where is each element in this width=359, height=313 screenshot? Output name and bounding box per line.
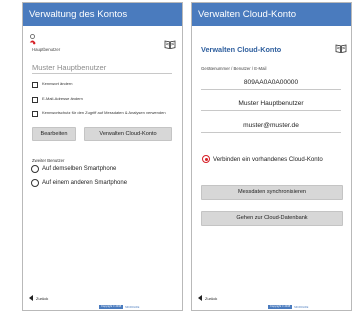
back-label: Zurück <box>36 295 49 301</box>
back-arrow-icon <box>29 295 33 301</box>
checkbox[interactable] <box>32 111 38 117</box>
back-arrow-icon <box>198 295 202 301</box>
second-user-title: Zweiter Benutzer <box>32 158 65 163</box>
titlebar: Verwaltung des Kontos <box>23 3 182 26</box>
footer: Copyright © 2015 MICROLIFE <box>99 305 139 309</box>
checkbox-label: Kennwort ändern <box>42 81 73 86</box>
radio-same-smartphone[interactable]: Auf demselben Smartphone <box>31 165 116 173</box>
page-title: Verwalten Cloud-Konto <box>201 45 282 54</box>
fields-label: Gerätenummer / Benutzer / E-Mail <box>201 66 267 71</box>
footer-copyright: Copyright © 2015 <box>99 305 124 309</box>
checkbox-label: Kennwortschutz für den Zugriff auf Messd… <box>42 110 166 115</box>
user-name-field[interactable]: Muster Hauptbenutzer <box>201 98 341 111</box>
checkbox[interactable] <box>32 82 38 88</box>
titlebar: Verwalten Cloud-Konto <box>192 3 351 26</box>
checkbox-password-protection[interactable]: Kennwortschutz für den Zugriff auf Messd… <box>32 110 172 117</box>
manage-cloud-account-button[interactable]: Verwalten Cloud-Konto <box>84 127 172 141</box>
go-to-cloud-database-button[interactable]: Gehen zur Cloud-Datenbank <box>201 211 343 226</box>
back-link[interactable]: Zurück <box>198 295 217 301</box>
book-icon[interactable] <box>164 40 176 49</box>
radio-connect-cloud-account[interactable]: Verbinden ein vorhandenes Cloud-Konto <box>202 155 323 163</box>
footer-copyright: Copyright © 2015 <box>268 305 293 309</box>
back-link[interactable]: Zurück <box>29 295 48 301</box>
back-label: Zurück <box>205 295 218 301</box>
edit-button[interactable]: Bearbeiten <box>32 127 76 141</box>
radio-label: Auf einem anderen Smartphone <box>42 180 128 186</box>
radio-label: Auf demselben Smartphone <box>42 166 117 172</box>
radio-button[interactable] <box>31 179 39 187</box>
checkbox[interactable] <box>32 97 38 103</box>
radio-label: Verbinden ein vorhandenes Cloud-Konto <box>213 155 323 163</box>
device-number-field[interactable]: 809AA0A0A00000 <box>201 77 341 90</box>
checkbox-change-password[interactable]: Kennwort ändern <box>32 81 172 88</box>
cloud-account-screen: Verwalten Cloud-Konto Verwalten Cloud-Ko… <box>191 2 352 311</box>
radio-button[interactable] <box>202 155 210 163</box>
footer-brand: MICROLIFE <box>294 305 309 309</box>
account-management-screen: Verwaltung des Kontos Hauptbenutzer Must… <box>22 2 183 311</box>
main-user-label: Hauptbenutzer <box>32 47 61 52</box>
footer-brand: MICROLIFE <box>125 305 140 309</box>
main-user-input[interactable]: Muster Hauptbenutzer <box>32 62 172 74</box>
radio-other-smartphone[interactable]: Auf einem anderen Smartphone <box>31 179 127 187</box>
sync-measurements-button[interactable]: Messdaten synchronisieren <box>201 185 343 200</box>
radio-button[interactable] <box>31 165 39 173</box>
footer: Copyright © 2015 MICROLIFE <box>268 305 308 309</box>
book-icon[interactable] <box>335 44 347 53</box>
user-profile-icon[interactable] <box>29 32 36 45</box>
email-field[interactable]: muster@muster.de <box>201 120 341 133</box>
checkbox-label: E-Mail-Adresse ändern <box>42 96 83 101</box>
checkbox-change-email[interactable]: E-Mail-Adresse ändern <box>32 96 172 103</box>
